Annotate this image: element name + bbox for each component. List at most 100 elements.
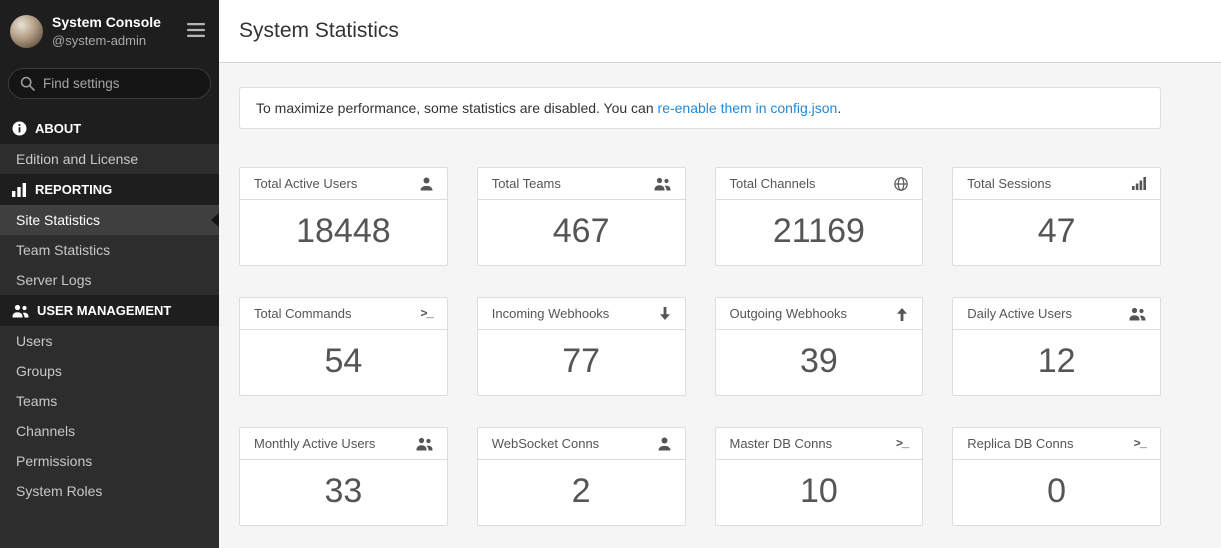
sidebar-header: System Console @system-admin [0, 0, 219, 62]
sidebar: System Console @system-admin ABOUT Editi… [0, 0, 219, 548]
stat-card-label: Total Commands [254, 306, 352, 321]
stat-card-value: 33 [240, 460, 447, 525]
stat-card-header: WebSocket Conns [478, 428, 685, 460]
users-icon [416, 437, 433, 451]
stat-card-value: 77 [478, 330, 685, 395]
stat-card-value: 2 [478, 460, 685, 525]
stat-card-header: Total Active Users [240, 168, 447, 200]
stat-card-label: Total Teams [492, 176, 561, 191]
stat-card-total-teams: Total Teams 467 [477, 167, 686, 266]
stat-card-header: Outgoing Webhooks [716, 298, 923, 330]
menu-button[interactable] [185, 19, 207, 44]
stat-card-value: 47 [953, 200, 1160, 265]
terminal-icon: >_ [1134, 438, 1146, 450]
stat-card-header: Daily Active Users [953, 298, 1160, 330]
stat-card-label: Monthly Active Users [254, 436, 375, 451]
sidebar-item-label: Site Statistics [16, 212, 100, 228]
stat-card-value: 0 [953, 460, 1160, 525]
stat-card-header: Monthly Active Users [240, 428, 447, 460]
section-label: REPORTING [35, 182, 112, 197]
signal-bars-icon [1132, 177, 1146, 190]
sidebar-item-site-statistics[interactable]: Site Statistics [0, 205, 219, 235]
terminal-icon: >_ [896, 438, 908, 450]
stat-card-websocket-conns: WebSocket Conns 2 [477, 427, 686, 526]
banner-text: To maximize performance, some statistics… [256, 100, 658, 116]
stat-card-total-active-users: Total Active Users 18448 [239, 167, 448, 266]
sidebar-item-system-roles[interactable]: System Roles [0, 476, 219, 506]
stat-card-monthly-active-users: Monthly Active Users 33 [239, 427, 448, 526]
search-input[interactable] [8, 68, 211, 99]
main-area: System Statistics To maximize performanc… [219, 0, 1221, 548]
stat-card-outgoing-webhooks: Outgoing Webhooks 39 [715, 297, 924, 396]
stat-card-label: WebSocket Conns [492, 436, 599, 451]
stat-card-total-sessions: Total Sessions 47 [952, 167, 1161, 266]
stat-card-value: 10 [716, 460, 923, 525]
section-label: ABOUT [35, 121, 81, 136]
page-header: System Statistics [219, 0, 1221, 63]
banner-text-end: . [837, 100, 841, 116]
stat-card-total-channels: Total Channels 21169 [715, 167, 924, 266]
stat-card-label: Total Channels [730, 176, 816, 191]
stat-card-value: 21169 [716, 200, 923, 265]
admin-username: @system-admin [52, 32, 176, 50]
section-header-user-management: USER MANAGEMENT [0, 295, 219, 326]
globe-icon [894, 177, 908, 191]
stat-card-incoming-webhooks: Incoming Webhooks 77 [477, 297, 686, 396]
stats-grid: Total Active Users 18448 Total Teams 467 [239, 167, 1161, 526]
stat-card-label: Total Active Users [254, 176, 357, 191]
sidebar-item-users[interactable]: Users [0, 326, 219, 356]
hamburger-icon [187, 25, 205, 40]
arrow-down-icon [659, 307, 671, 321]
avatar [10, 15, 43, 48]
sidebar-item-team-statistics[interactable]: Team Statistics [0, 235, 219, 265]
page-title: System Statistics [239, 19, 399, 43]
users-icon [654, 177, 671, 191]
stat-card-label: Incoming Webhooks [492, 306, 610, 321]
stat-card-value: 54 [240, 330, 447, 395]
sidebar-item-server-logs[interactable]: Server Logs [0, 265, 219, 295]
stat-card-replica-db-conns: Replica DB Conns >_ 0 [952, 427, 1161, 526]
stat-card-header: Total Teams [478, 168, 685, 200]
performance-banner: To maximize performance, some statistics… [239, 87, 1161, 129]
stat-card-label: Total Sessions [967, 176, 1051, 191]
stat-card-value: 18448 [240, 200, 447, 265]
stat-card-value: 39 [716, 330, 923, 395]
stat-card-value: 467 [478, 200, 685, 265]
stat-card-daily-active-users: Daily Active Users 12 [952, 297, 1161, 396]
users-icon [1129, 307, 1146, 321]
stat-card-label: Daily Active Users [967, 306, 1072, 321]
terminal-icon: >_ [420, 308, 432, 320]
section-header-about: ABOUT [0, 113, 219, 144]
stat-card-header: Total Channels [716, 168, 923, 200]
user-icon [658, 437, 671, 451]
stat-card-label: Master DB Conns [730, 436, 833, 451]
selected-arrow [211, 213, 219, 227]
stat-card-label: Outgoing Webhooks [730, 306, 848, 321]
console-title: System Console [52, 13, 176, 32]
admin-identity: System Console @system-admin [52, 13, 176, 49]
sidebar-item-groups[interactable]: Groups [0, 356, 219, 386]
section-header-reporting: REPORTING [0, 174, 219, 205]
info-icon [12, 121, 27, 136]
sidebar-item-edition-and-license[interactable]: Edition and License [0, 144, 219, 174]
bar-chart-icon [12, 183, 27, 197]
content: To maximize performance, some statistics… [219, 63, 1221, 526]
users-icon [12, 304, 29, 318]
stat-card-label: Replica DB Conns [967, 436, 1073, 451]
section-label: USER MANAGEMENT [37, 303, 171, 318]
search-container [0, 62, 219, 113]
stat-card-header: Master DB Conns >_ [716, 428, 923, 460]
stat-card-header: Total Sessions [953, 168, 1160, 200]
stat-card-value: 12 [953, 330, 1160, 395]
user-icon [420, 177, 433, 191]
stat-card-total-commands: Total Commands >_ 54 [239, 297, 448, 396]
sidebar-item-permissions[interactable]: Permissions [0, 446, 219, 476]
stat-card-header: Incoming Webhooks [478, 298, 685, 330]
config-json-link[interactable]: re-enable them in config.json [658, 100, 838, 116]
stat-card-master-db-conns: Master DB Conns >_ 10 [715, 427, 924, 526]
sidebar-item-channels[interactable]: Channels [0, 416, 219, 446]
stat-card-header: Total Commands >_ [240, 298, 447, 330]
sidebar-item-teams[interactable]: Teams [0, 386, 219, 416]
search-icon [20, 76, 35, 91]
arrow-up-icon [896, 307, 908, 321]
